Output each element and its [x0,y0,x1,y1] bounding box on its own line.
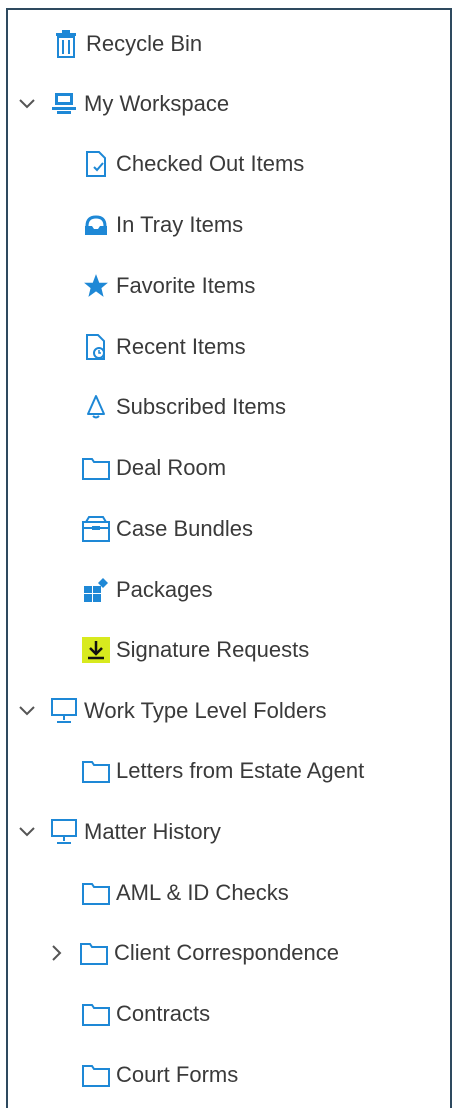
computer-monitor-icon [50,818,78,846]
tree-item-label: Recent Items [116,334,246,359]
tree-item-label: Checked Out Items [116,151,305,176]
bell-icon [82,393,110,421]
recent-document-icon [82,333,110,361]
tree-item-deal-room[interactable]: Deal Room [82,448,226,488]
tree-item-label: Case Bundles [116,516,253,541]
folder-icon [82,1061,110,1089]
tree-item-contracts[interactable]: Contracts [82,994,210,1034]
workspace-icon [50,90,78,118]
archive-box-icon [82,515,110,543]
tree-item-label: Signature Requests [116,637,310,662]
tree-item-label: Recycle Bin [86,31,203,56]
tree-item-work-type-level-folders[interactable]: Work Type Level Folders [50,691,327,731]
tree-item-label: Deal Room [116,455,227,480]
expand-chevron-icon[interactable] [46,933,68,973]
tree-item-label: Court Forms [116,1062,239,1087]
tree-item-label: My Workspace [84,91,230,116]
tree-item-my-workspace[interactable]: My Workspace [50,84,229,124]
tree-item-case-bundles[interactable]: Case Bundles [82,509,253,549]
tree-item-matter-history[interactable]: Matter History [50,812,221,852]
tree-item-label: Packages [116,577,213,602]
tree-item-recycle-bin[interactable]: Recycle Bin [52,24,202,64]
computer-monitor-icon [50,697,78,725]
tree-item-letters-from-estate-agent[interactable]: Letters from Estate Agent [82,751,364,791]
folder-icon [80,939,108,967]
tree-item-signature-requests[interactable]: Signature Requests [82,630,309,670]
tree-item-label: Work Type Level Folders [84,698,327,723]
tree-item-court-forms[interactable]: Court Forms [82,1055,238,1095]
tree-item-packages[interactable]: Packages [82,570,213,610]
tree-item-label: Matter History [84,819,221,844]
tree-item-label: In Tray Items [116,212,244,237]
tree-item-label: Letters from Estate Agent [116,758,365,783]
tree-item-recent[interactable]: Recent Items [82,327,246,367]
folder-icon [82,454,110,482]
tree-item-label: Client Correspondence [114,940,340,965]
collapse-chevron-icon[interactable] [16,84,38,124]
collapse-chevron-icon[interactable] [16,691,38,731]
tree-item-label: Favorite Items [116,273,256,298]
star-icon [82,272,110,300]
tree-item-subscribed[interactable]: Subscribed Items [82,387,286,427]
tree-item-label: AML & ID Checks [116,880,289,905]
packages-grid-icon [82,576,110,604]
tree-item-favorite[interactable]: Favorite Items [82,266,255,306]
checked-out-document-icon [82,150,110,178]
trash-icon [52,30,80,58]
tree-item-label: Contracts [116,1001,211,1026]
tree-item-in-tray[interactable]: In Tray Items [82,205,243,245]
inbox-tray-icon [82,211,110,239]
tree-item-label: Subscribed Items [116,394,286,419]
download-icon [82,636,110,664]
folder-icon [82,1000,110,1028]
tree-item-aml-id-checks[interactable]: AML & ID Checks [82,873,289,913]
folder-icon [82,879,110,907]
tree-item-client-correspondence[interactable]: Client Correspondence [80,933,339,973]
folder-icon [82,757,110,785]
collapse-chevron-icon[interactable] [16,812,38,852]
tree-item-checked-out[interactable]: Checked Out Items [82,144,304,184]
